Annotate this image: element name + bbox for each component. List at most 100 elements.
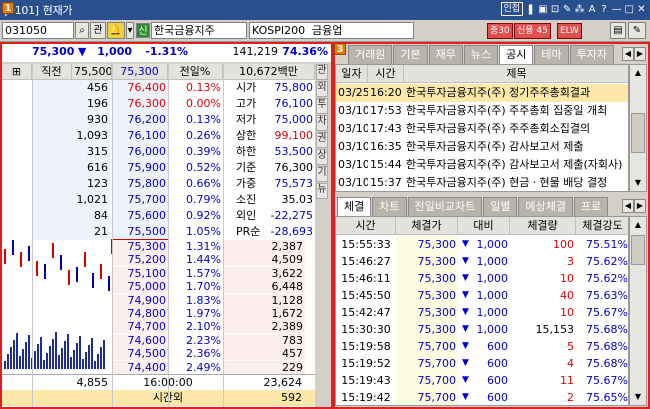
news-scrollbar[interactable]: ▲ ▼ [629, 64, 647, 192]
trade-tab[interactable]: 차트 [372, 197, 407, 216]
stock-code-input[interactable]: 031050 [2, 22, 74, 39]
ask-price[interactable]: 76,400 [112, 80, 168, 96]
news-tab[interactable]: 거래원 [348, 45, 393, 64]
news-tab[interactable]: 공시 [499, 45, 534, 64]
ask-price[interactable]: 75,700 [112, 192, 168, 208]
notebook-icon[interactable]: ▤ [610, 22, 626, 39]
trade-header-cell: 체결가 [396, 217, 458, 235]
trade-strength: 75.63% [586, 289, 628, 302]
total-ask: 4,855 [76, 376, 109, 389]
side-tab[interactable]: 뉴 [316, 183, 328, 199]
trade-tab-next-arrow[interactable]: ▶ [634, 199, 646, 213]
ask-price[interactable]: 75,500 [112, 224, 168, 240]
news-tab[interactable]: 기본 [393, 45, 428, 64]
han-button[interactable]: 관 [90, 22, 106, 39]
ask-price[interactable]: 75,600 [112, 208, 168, 224]
edit-icon[interactable]: ✎ [563, 4, 572, 15]
volume-bar [70, 357, 72, 369]
news-date: 03/10 [338, 158, 368, 171]
side-tab[interactable]: 상 [316, 149, 328, 165]
scroll-up-arrow[interactable]: ▲ [631, 66, 645, 80]
trade-tab-prev-arrow[interactable]: ◀ [622, 199, 634, 213]
bid-pct: 1.83% [186, 293, 221, 307]
trade-scroll-thumb[interactable] [631, 235, 645, 265]
ask-price[interactable]: 75,900 [112, 160, 168, 176]
trade-volume: 11 [560, 374, 574, 387]
trade-tab[interactable]: 전일비교차트 [407, 197, 483, 216]
volume-bar [19, 356, 21, 369]
news-tab[interactable]: 뉴스 [463, 45, 499, 64]
news-header-cell: 일자 [336, 65, 368, 83]
news-tab[interactable]: 투자자 [569, 45, 614, 64]
maximize-button[interactable]: □ [625, 4, 634, 15]
news-row[interactable]: 03/10 15:44 한국투자금융지주(주) 감사보고서 제출(자회사) [336, 156, 628, 174]
bid-price[interactable]: 74,700 [112, 320, 168, 334]
wrench-icon[interactable]: ✎ [628, 22, 646, 39]
ask-price[interactable]: 75,800 [112, 176, 168, 192]
bid-price[interactable]: 75,200 [112, 253, 168, 267]
close-button[interactable]: ✕ [637, 4, 646, 15]
scroll-down-arrow[interactable]: ▼ [631, 176, 645, 190]
side-tab[interactable]: 투 [316, 98, 328, 114]
chevron-down-icon[interactable]: ▾ [126, 22, 134, 39]
news-tab[interactable]: 재무 [428, 45, 463, 64]
side-tab[interactable]: 관 [316, 64, 328, 80]
minimize-button[interactable]: — [612, 4, 622, 15]
tab-next-arrow[interactable]: ▶ [634, 47, 646, 61]
save-icon[interactable]: ▣ [538, 4, 547, 15]
bid-price[interactable]: 75,000 [112, 280, 168, 294]
ask-row: 196 76,300 0.00% 고가 76,100 [2, 96, 315, 112]
news-row[interactable]: 03/10 16:35 한국투자금융지주(주) 감사보고서 제출 [336, 138, 628, 156]
ask-price[interactable]: 76,100 [112, 128, 168, 144]
link-icon[interactable]: ⁂ [575, 4, 585, 15]
adjacent-button[interactable]: 인접 [500, 2, 524, 16]
bell-icon[interactable]: 🔔 [107, 22, 125, 39]
side-tab[interactable]: 기 [316, 166, 328, 182]
stock-name-field[interactable]: 한국금융지주 [151, 22, 247, 39]
prev-pct-header[interactable]: 전일% [168, 64, 223, 80]
search-icon[interactable]: ⌕ [75, 22, 89, 39]
trade-scroll-up-arrow[interactable]: ▲ [631, 218, 645, 232]
ask-price[interactable]: 76,300 [112, 96, 168, 112]
orderbook-toggle[interactable]: ⊞ [2, 64, 32, 80]
bid-price[interactable]: 74,600 [112, 333, 168, 347]
volume-bar [64, 341, 66, 369]
news-row[interactable]: 03/10 17:53 한국투자금융지주(주) 주주총회 집중일 개최 [336, 102, 628, 120]
font-size-button[interactable]: A [588, 4, 597, 15]
trade-tab[interactable]: 프로 [573, 197, 609, 216]
bid-price[interactable]: 74,400 [112, 360, 168, 374]
side-tab[interactable]: 권 [316, 132, 328, 148]
trade-amount: 10,672백만 [223, 64, 315, 80]
ask-price[interactable]: 76,200 [112, 112, 168, 128]
news-tab[interactable]: 테마 [534, 45, 569, 64]
help-button[interactable]: ? [600, 4, 609, 15]
news-title: 한국투자금융지주(주) 주주총회 집중일 개최 [406, 104, 608, 117]
trade-tab[interactable]: 일별 [483, 197, 518, 216]
side-tabs: 관외투차권상기뉴 [316, 64, 329, 284]
trade-tab[interactable]: 예상체결 [518, 197, 573, 216]
bid-price[interactable]: 75,300 [111, 239, 169, 254]
news-row[interactable]: 03/10 17:43 한국투자금융지주(주) 주주총회소집결의 [336, 120, 628, 138]
bid-price[interactable]: 74,800 [112, 307, 168, 320]
volume-bar [40, 337, 42, 369]
screen-icon[interactable]: ⊡ [551, 4, 560, 15]
pin-icon[interactable]: ❚ [526, 4, 535, 15]
ask-price[interactable]: 76,000 [112, 144, 168, 160]
bid-price[interactable]: 74,500 [112, 347, 168, 361]
down-arrow-icon: ▼ [462, 239, 469, 249]
side-tab[interactable]: 차 [316, 115, 328, 131]
trade-tab[interactable]: 체결 [337, 197, 372, 216]
news-row[interactable]: 03/25 16:20 한국투자금융지주(주) 정기주주총회결과 [336, 84, 628, 102]
trade-row: 15:19:58 75,700 ▼ 600 5 75.68% [336, 338, 628, 355]
trade-scrollbar[interactable]: ▲ ▼ [629, 216, 647, 406]
trade-time: 15:19:58 [341, 340, 391, 353]
trade-strength: 75.67% [586, 306, 628, 319]
bid-price[interactable]: 74,900 [112, 293, 168, 307]
side-tab[interactable]: 외 [316, 81, 328, 97]
bid-price[interactable]: 75,100 [112, 266, 168, 280]
news-row[interactable]: 03/10 15:37 한국투자금융지주(주) 현금ㆍ현물 배당 결정 [336, 174, 628, 191]
trade-scroll-down-arrow[interactable]: ▼ [631, 390, 645, 404]
tab-prev-arrow[interactable]: ◀ [622, 47, 634, 61]
scroll-thumb[interactable] [631, 113, 645, 153]
news-title: 한국투자금융지주(주) 감사보고서 제출 [406, 140, 584, 153]
